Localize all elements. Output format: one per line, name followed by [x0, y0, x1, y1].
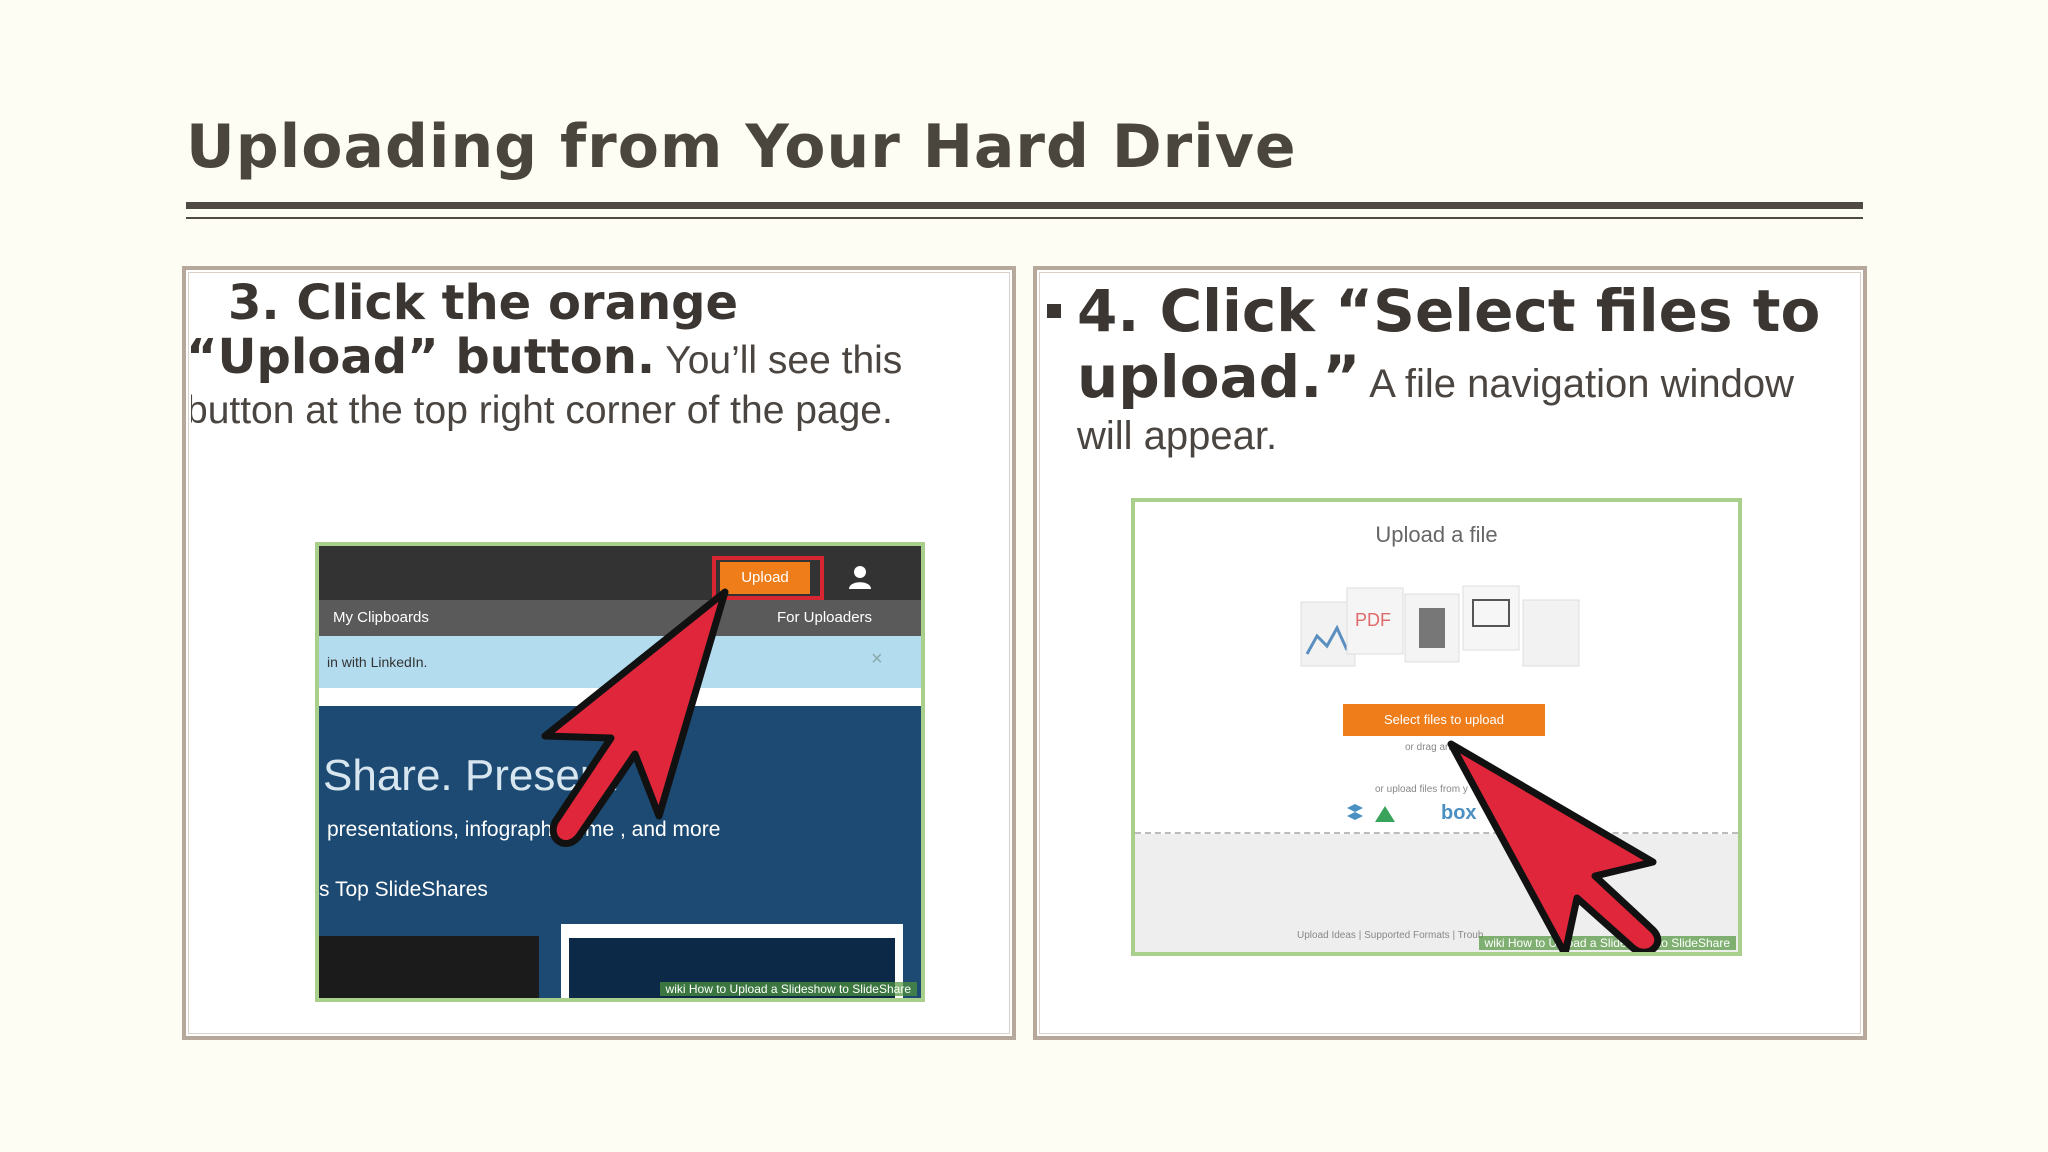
right-step-text: 4. Click “Select files to upload.” A fil… — [1077, 278, 1857, 462]
thumbnail[interactable] — [319, 936, 539, 998]
top-slideshares-label: s Top SlideShares — [319, 878, 488, 901]
select-files-screenshot: Upload a file PDF Select files to upload… — [1131, 498, 1742, 956]
title-rule-thick — [186, 202, 1863, 209]
slide-title: Uploading from Your Hard Drive — [186, 112, 1297, 182]
left-panel: 3. Click the orange “Upload” button. You… — [182, 266, 1016, 1040]
nav-for-uploaders[interactable]: For Uploaders — [777, 609, 872, 626]
upload-screenshot: Upload My Clipboards For Uploaders in wi… — [315, 542, 925, 1002]
pdf-label: PDF — [1355, 610, 1391, 630]
bullet-icon — [1047, 304, 1061, 318]
wikihow-watermark: wiki How to Upload a Slideshow to SlideS… — [659, 982, 917, 996]
drag-text: or drag an — [1405, 742, 1451, 753]
cloud-sources-icon — [1347, 804, 1395, 822]
title-rule-thin — [186, 217, 1863, 219]
select-files-button[interactable]: Select files to upload — [1343, 704, 1545, 736]
right-panel: 4. Click “Select files to upload.” A fil… — [1033, 266, 1867, 1040]
upload-dialog-title: Upload a file — [1375, 522, 1498, 547]
user-icon — [849, 566, 871, 589]
banner-text: in with LinkedIn. — [327, 654, 428, 670]
pointer-arrow-icon — [1447, 740, 1662, 952]
left-step-text: 3. Click the orange “Upload” button. You… — [186, 278, 986, 436]
close-icon[interactable]: × — [871, 648, 883, 671]
nav-my-clipboards[interactable]: My Clipboards — [333, 609, 429, 626]
file-types-icon: PDF — [1300, 585, 1580, 667]
pointer-arrow-icon — [541, 588, 729, 847]
